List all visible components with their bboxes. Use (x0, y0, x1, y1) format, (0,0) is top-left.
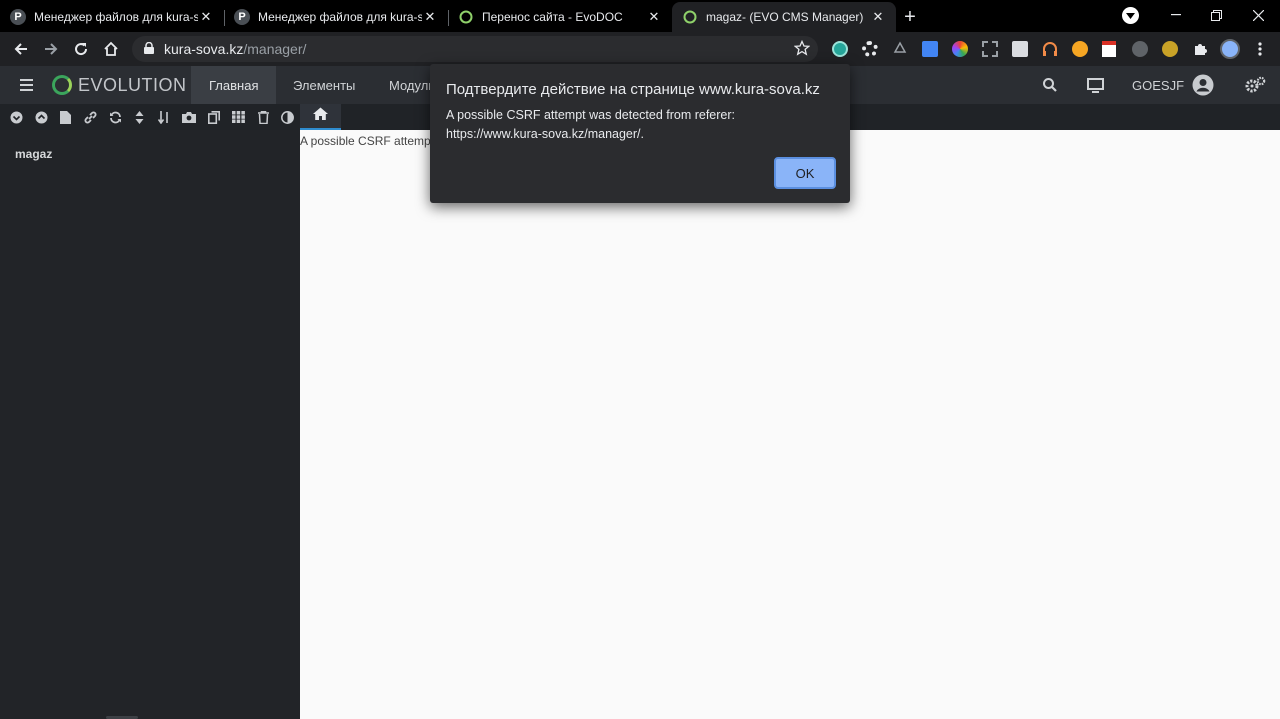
restore-icon[interactable] (1196, 0, 1236, 30)
sort-order-icon[interactable] (152, 104, 177, 130)
p-circle-icon: P (234, 9, 250, 25)
expand-tree-icon[interactable] (4, 104, 29, 130)
copy-icon[interactable] (201, 104, 226, 130)
close-icon[interactable]: ✕ (422, 9, 438, 25)
home-icon[interactable] (98, 36, 124, 62)
close-icon[interactable]: ✕ (870, 9, 886, 25)
extension-note-icon[interactable] (1102, 41, 1116, 57)
lock-icon (144, 41, 154, 57)
back-icon[interactable] (8, 36, 34, 62)
url-path: /manager/ (243, 41, 307, 57)
evolution-logo-text: EVOLUTION (78, 75, 187, 95)
grid-icon[interactable] (226, 104, 251, 130)
tab-title: Перенос сайта - EvoDOC (482, 10, 623, 24)
contrast-icon[interactable] (275, 104, 300, 130)
tab-home[interactable] (300, 104, 341, 130)
browser-tab[interactable]: P Менеджер файлов для kura-sov ✕ (0, 2, 224, 32)
search-icon[interactable] (1041, 76, 1059, 94)
tab-search-icon[interactable] (1122, 7, 1139, 24)
extension-teal-icon[interactable] (832, 41, 848, 57)
browser-tab-active[interactable]: magaz- (EVO CMS Manager) ✕ (672, 2, 896, 32)
url-host: kura-sova.kz (164, 41, 244, 57)
new-document-icon[interactable] (53, 104, 78, 130)
p-circle-icon: P (10, 9, 26, 25)
tree-toolbar (0, 104, 300, 130)
desktop-icon[interactable] (1086, 76, 1104, 94)
tab-title: Менеджер файлов для kura-sov (34, 10, 198, 24)
hamburger-menu-icon[interactable] (20, 78, 33, 91)
extension-headphones-icon[interactable] (1042, 41, 1058, 57)
reload-icon[interactable] (68, 36, 94, 62)
extension-recycle-icon[interactable] (892, 41, 908, 57)
bookmark-star-icon[interactable] (793, 39, 811, 59)
refresh-icon[interactable] (103, 104, 128, 130)
tab-title: Менеджер файлов для kura-sov (258, 10, 422, 24)
menu-item-home[interactable]: Главная (191, 66, 277, 104)
extension-orange-icon[interactable] (1072, 41, 1088, 57)
evolution-logo-icon (52, 75, 72, 95)
sort-icon[interactable] (127, 104, 152, 130)
user-avatar-icon[interactable] (1192, 74, 1214, 96)
content-message: A possible CSRF attemp (300, 134, 431, 148)
close-icon[interactable]: ✕ (198, 9, 214, 25)
tree-root-node[interactable]: magaz (15, 147, 52, 161)
weblink-icon[interactable] (78, 104, 103, 130)
evo-ring-icon (458, 9, 474, 25)
confirm-dialog: Подтвердите действие на странице www.kur… (430, 64, 850, 203)
extension-capture-icon[interactable] (982, 41, 998, 57)
extension-gear-icon[interactable] (862, 41, 878, 57)
extension-eyes-icon[interactable] (1132, 41, 1148, 57)
browser-tab[interactable]: Перенос сайта - EvoDOC ✕ (448, 2, 672, 32)
minimize-icon[interactable] (1156, 0, 1196, 30)
browser-tab[interactable]: P Менеджер файлов для kura-sov ✕ (224, 2, 448, 32)
camera-icon[interactable] (177, 104, 202, 130)
site-tree: magaz (0, 130, 300, 719)
extension-color-icon[interactable] (952, 41, 968, 57)
new-tab-button[interactable]: + (896, 2, 924, 32)
address-bar[interactable]: kura-sova.kz/manager/ (132, 36, 818, 62)
extension-translate-icon[interactable] (922, 41, 938, 57)
browser-toolbar: kura-sova.kz/manager/ (0, 32, 1280, 66)
evo-ring-icon (682, 9, 698, 25)
main-content: A possible CSRF attemp (300, 130, 1280, 719)
window-close-icon[interactable] (1236, 0, 1280, 30)
extension-image-icon[interactable] (1012, 41, 1028, 57)
dialog-message: A possible CSRF attempt was detected fro… (446, 108, 736, 141)
ok-button[interactable]: OK (774, 157, 836, 189)
home-icon (313, 107, 328, 125)
dialog-title: Подтвердите действие на странице www.kur… (446, 81, 820, 98)
chrome-menu-icon[interactable] (1254, 41, 1266, 57)
menu-item-elements[interactable]: Элементы (275, 66, 373, 104)
close-icon[interactable]: ✕ (646, 9, 662, 25)
profile-avatar-icon[interactable] (1220, 39, 1240, 59)
collapse-tree-icon[interactable] (29, 104, 54, 130)
extension-yellow-icon[interactable] (1162, 41, 1178, 57)
trash-icon[interactable] (251, 104, 276, 130)
tab-title: magaz- (EVO CMS Manager) (706, 10, 864, 24)
extensions-puzzle-icon[interactable] (1192, 41, 1208, 57)
username[interactable]: GOESJF (1132, 78, 1184, 93)
settings-gears-icon[interactable] (1244, 76, 1266, 94)
browser-tab-strip: P Менеджер файлов для kura-sov ✕ P Менед… (0, 0, 1280, 32)
forward-icon[interactable] (38, 36, 64, 62)
